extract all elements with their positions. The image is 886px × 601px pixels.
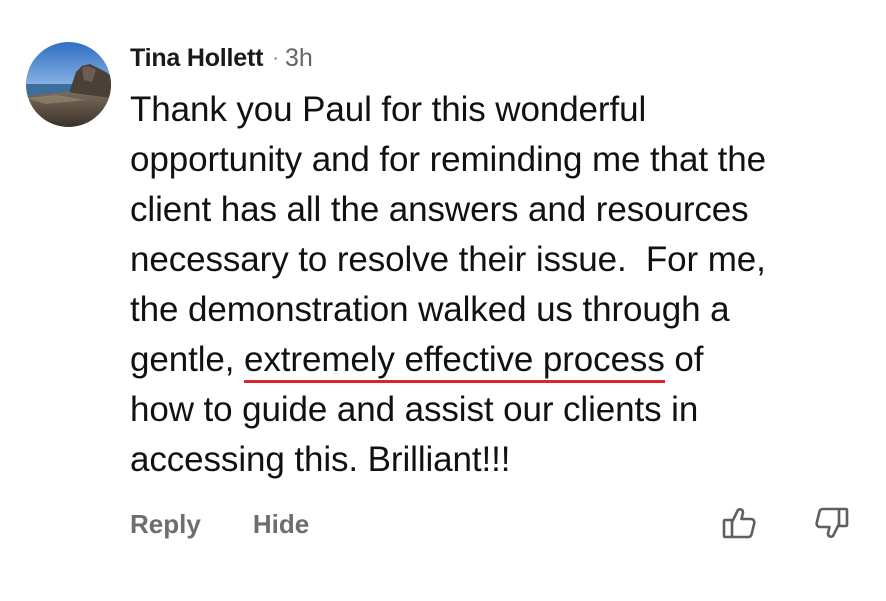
comment-actions: Reply Hide [130,504,309,544]
thumbs-up-icon [722,508,756,539]
comment-line: accessing this. Brilliant!!! [130,440,511,479]
timestamp: 3h [284,43,313,72]
comment-line: Thank you Paul for this wonderful [130,90,647,129]
comment-line: necessary to resolve their issue. For me… [130,240,766,279]
reply-button[interactable]: Reply [130,509,201,540]
highlighted-phrase: extremely effective process [244,340,665,383]
comment-header: Tina Hollett · 3h [130,40,313,76]
highlight-after: of [664,340,704,379]
comment: Tina Hollett · 3h Thank you Paul for thi… [0,0,886,601]
avatar[interactable] [26,42,111,127]
upvote-button[interactable] [719,503,759,543]
comment-line: opportunity and for reminding me that th… [130,140,767,179]
comment-line: how to guide and assist our clients in [130,390,699,429]
thumbs-down-icon [815,507,849,538]
comment-line: client has all the answers and resources [130,190,749,229]
comment-line-highlighted: gentle, extremely effective process of [130,335,875,385]
comment-line: the demonstration walked us through a [130,290,730,329]
separator-dot: · [272,46,279,69]
comment-body: Thank you Paul for this wonderful opport… [130,85,875,485]
highlight-before: gentle, [130,340,245,379]
beach-landscape-avatar-icon [26,42,111,127]
hide-button[interactable]: Hide [253,509,309,540]
downvote-button[interactable] [812,503,852,543]
author-name[interactable]: Tina Hollett [130,44,263,73]
